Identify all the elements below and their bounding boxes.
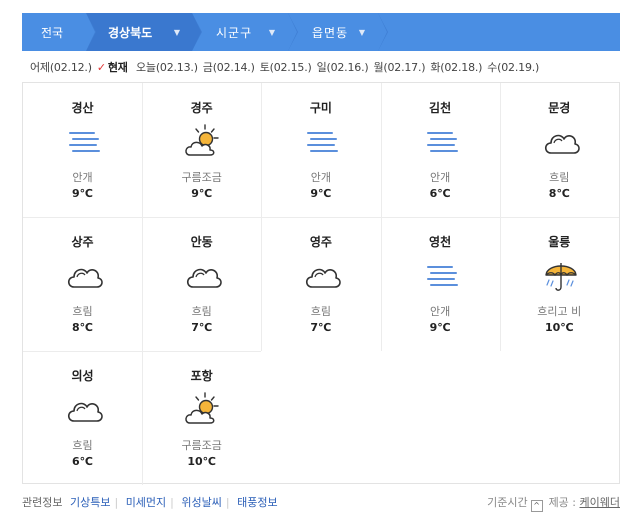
fog-icon (422, 257, 462, 295)
temperature: 9℃ (72, 187, 93, 200)
city-weather-cell[interactable]: 상주흐림 8℃ (23, 217, 142, 351)
weather-condition: 안개 (429, 171, 451, 184)
weather-condition: 안개 (310, 171, 332, 184)
standard-time-label: 기준시간 (487, 496, 528, 509)
breadcrumb-label: 시군구 (216, 25, 253, 40)
grid-divider (142, 83, 144, 485)
link-fine-dust[interactable]: 미세먼지 (126, 496, 166, 509)
city-name: 김천 (429, 101, 452, 115)
check-icon: ✓ (96, 61, 106, 74)
day-today[interactable]: 오늘(02.13.) (136, 61, 198, 74)
cloud-icon (541, 123, 581, 161)
weather-condition: 구름조금 (181, 171, 222, 184)
city-name: 안동 (190, 235, 213, 249)
day-sun[interactable]: 일(02.16.) (317, 61, 369, 74)
temperature: 10℃ (187, 455, 216, 468)
breadcrumb-label: 읍면동 (312, 25, 349, 40)
cloud-icon (183, 257, 223, 295)
city-weather-cell[interactable]: 안동흐림 7℃ (142, 217, 261, 351)
grid-divider (23, 351, 262, 352)
city-name: 울릉 (548, 235, 571, 249)
city-name: 경산 (71, 101, 94, 115)
day-selector: 어제(02.12.) ✓ 현재 오늘(02.13.) 금(02.14.) 토(02.15… (30, 59, 544, 75)
city-weather-cell[interactable]: 영천안개 9℃ (381, 217, 500, 351)
umbrella-rain-icon (541, 257, 581, 295)
day-yesterday[interactable]: 어제(02.12.) (30, 61, 92, 74)
chevron-down-icon: ▼ (268, 28, 276, 37)
weather-condition: 흐림 (549, 171, 570, 184)
breadcrumb-label: 경상북도 (108, 25, 153, 40)
grid-divider (23, 217, 619, 218)
footer-right: 기준시간 ^ 제공 : 케이웨더 (487, 494, 620, 512)
city-weather-cell[interactable]: 김천안개 6℃ (381, 83, 500, 217)
chevron-up-icon[interactable]: ^ (530, 500, 543, 512)
weather-condition: 흐림 (72, 305, 93, 318)
provider-link[interactable]: 케이웨더 (580, 496, 620, 509)
city-name: 상주 (71, 235, 94, 249)
weather-condition: 안개 (429, 305, 451, 318)
chevron-down-icon: ▼ (358, 28, 366, 37)
cloud-icon (64, 257, 104, 295)
weather-condition: 안개 (72, 171, 93, 184)
city-weather-cell[interactable]: 영주흐림 7℃ (261, 217, 380, 351)
temperature: 6℃ (72, 455, 93, 468)
temperature: 6℃ (429, 187, 451, 200)
link-satellite[interactable]: 위성날씨 (181, 496, 221, 509)
partly-cloudy-icon (183, 123, 223, 161)
city-name: 영천 (429, 235, 452, 249)
city-weather-cell[interactable]: 울릉흐리고 비 10℃ (500, 217, 619, 351)
day-current[interactable]: 현재 (108, 61, 128, 74)
city-name: 구미 (309, 101, 332, 115)
cloud-icon (302, 257, 342, 295)
weather-condition: 구름조금 (181, 439, 222, 452)
city-weather-cell[interactable]: 경주구름조금 9℃ (142, 83, 261, 217)
temperature: 7℃ (310, 321, 332, 334)
city-weather-cell[interactable]: 포항구름조금 10℃ (142, 351, 261, 485)
temperature: 8℃ (548, 187, 570, 200)
region-breadcrumb: 전국 경상북도 ▼ 시군구 ▼ 읍면동 ▼ (22, 13, 620, 51)
breadcrumb-town[interactable]: 읍면동 ▼ (288, 13, 388, 51)
provider-label: 제공 : (548, 496, 577, 509)
breadcrumb-nationwide[interactable]: 전국 (22, 13, 96, 51)
weather-grid: 경산 안개 9℃ 경주 구름조금 9℃ 구미 안개 9℃ 김천 안개 6℃ 문경 흐림 8℃ 상주 흐림 8℃ 안동… (22, 82, 620, 485)
breadcrumb-label: 전국 (40, 25, 64, 40)
city-name: 경주 (190, 101, 213, 115)
city-weather-cell[interactable]: 문경흐림 8℃ (500, 83, 619, 217)
weather-condition: 흐리고 비 (537, 305, 582, 318)
day-fri[interactable]: 금(02.14.) (203, 61, 255, 74)
city-name: 의성 (71, 369, 94, 383)
temperature: 9℃ (191, 187, 213, 200)
related-info-label: 관련정보 (22, 496, 63, 509)
day-wed[interactable]: 수(02.19.) (487, 61, 539, 74)
temperature: 8℃ (72, 321, 93, 334)
fog-icon (302, 123, 342, 161)
chevron-down-icon: ▼ (173, 28, 180, 37)
city-name: 포항 (190, 369, 213, 383)
city-weather-cell[interactable]: 구미안개 9℃ (261, 83, 380, 217)
link-weather-warning[interactable]: 기상특보 (70, 496, 110, 509)
city-name: 문경 (548, 101, 571, 115)
fog-icon (422, 123, 462, 161)
day-tue[interactable]: 화(02.18.) (430, 61, 482, 74)
city-name: 영주 (309, 235, 332, 249)
breadcrumb-district[interactable]: 시군구 ▼ (192, 13, 298, 51)
cloud-icon (64, 391, 104, 429)
partly-cloudy-icon (183, 391, 223, 429)
fog-icon (64, 123, 104, 161)
temperature: 9℃ (310, 187, 332, 200)
day-mon[interactable]: 월(02.17.) (373, 61, 425, 74)
footer: 관련정보 기상특보 | 미세먼지 | 위성날씨 | 태풍정보 기준시간 ^ 제공 : 케이… (22, 494, 620, 512)
temperature: 10℃ (544, 321, 574, 334)
weather-condition: 흐림 (191, 305, 212, 318)
breadcrumb-province[interactable]: 경상북도 ▼ (86, 13, 202, 51)
temperature: 9℃ (429, 321, 451, 334)
city-weather-cell[interactable]: 의성흐림 6℃ (23, 351, 142, 485)
weather-condition: 흐림 (72, 439, 93, 452)
day-sat[interactable]: 토(02.15.) (260, 61, 312, 74)
temperature: 7℃ (191, 321, 213, 334)
city-weather-cell[interactable]: 경산안개 9℃ (23, 83, 142, 217)
link-typhoon[interactable]: 태풍정보 (237, 496, 277, 509)
weather-condition: 흐림 (310, 305, 332, 318)
